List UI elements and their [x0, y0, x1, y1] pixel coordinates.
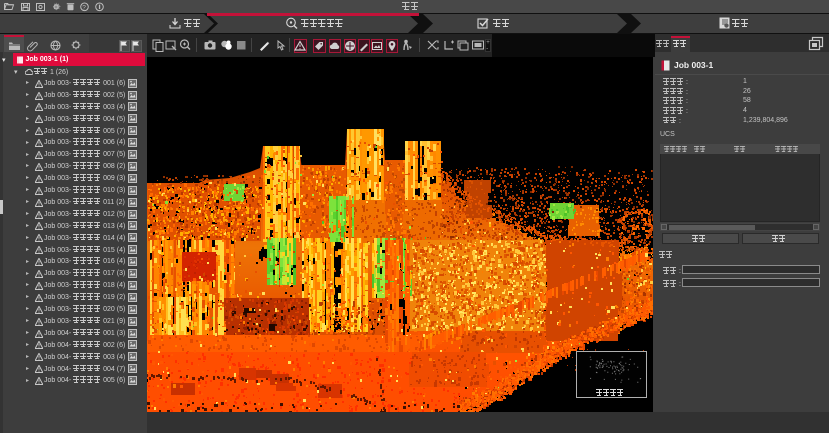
svg-text:?: ?	[82, 4, 86, 11]
